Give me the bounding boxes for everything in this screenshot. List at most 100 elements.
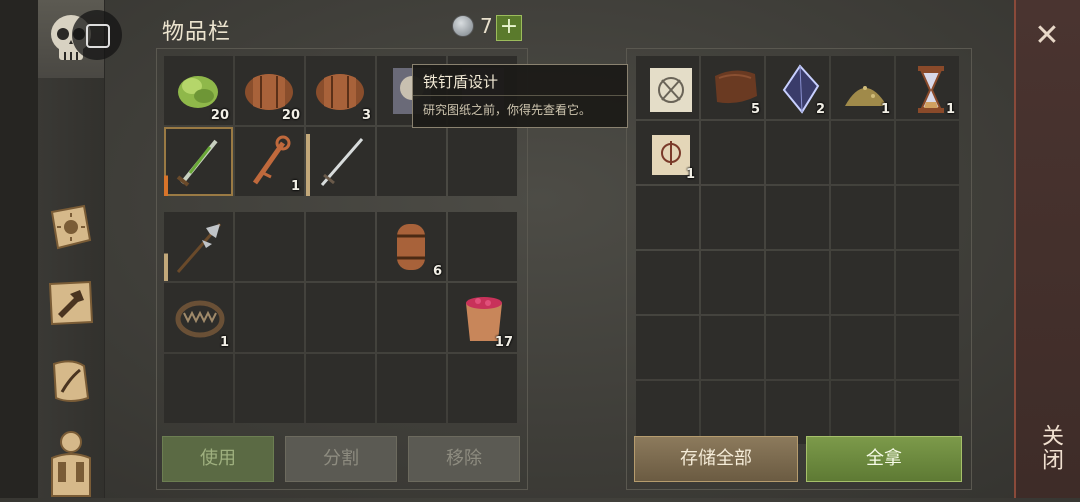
view-toggle-button[interactable] <box>72 10 122 60</box>
inventory-slot[interactable] <box>896 316 959 379</box>
inventory-slot[interactable] <box>377 354 446 423</box>
inventory-slot[interactable] <box>306 212 375 281</box>
item-count: 1 <box>685 167 695 182</box>
storage-grid: 5 2 1 1 1 <box>636 56 959 444</box>
inventory-slot[interactable] <box>701 186 764 249</box>
inventory-slot[interactable] <box>636 251 699 314</box>
inventory-slot[interactable] <box>831 186 894 249</box>
inventory-slot[interactable]: 1 <box>235 127 304 196</box>
inventory-slot[interactable] <box>306 127 375 196</box>
tooltip-title: 铁钉盾设计 <box>423 73 499 91</box>
inventory-slot[interactable] <box>766 186 829 249</box>
inventory-slot[interactable] <box>448 127 517 196</box>
inventory-slot[interactable] <box>701 381 764 444</box>
inventory-slot[interactable]: 1 <box>636 121 699 184</box>
crafting-button[interactable] <box>44 276 98 330</box>
inventory-slot[interactable] <box>164 354 233 423</box>
split-button[interactable]: 分割 <box>285 436 397 482</box>
inventory-slot[interactable]: 20 <box>164 56 233 125</box>
sun-book-button[interactable] <box>44 200 98 254</box>
inventory-slot[interactable]: 20 <box>235 56 304 125</box>
character-button[interactable] <box>44 428 98 498</box>
tooltip-divider <box>413 95 627 96</box>
inventory-slot[interactable]: 5 <box>701 56 764 119</box>
durability-bar <box>164 212 168 281</box>
inventory-slot[interactable] <box>448 354 517 423</box>
inventory-slot[interactable] <box>235 283 304 352</box>
inventory-slot[interactable] <box>636 56 699 119</box>
inventory-slot[interactable]: 2 <box>766 56 829 119</box>
character-icon <box>51 431 91 497</box>
window-icon <box>86 24 110 48</box>
inventory-slot[interactable] <box>896 381 959 444</box>
scroll-menu-button[interactable] <box>44 354 98 408</box>
inventory-slot[interactable] <box>831 251 894 314</box>
green-sword-icon <box>176 139 218 187</box>
steel-sword-icon <box>320 138 364 186</box>
barrel-icon <box>316 74 364 110</box>
close-label[interactable]: 关闭 <box>1034 424 1066 472</box>
inventory-slot[interactable] <box>164 212 233 281</box>
item-count: 20 <box>210 108 229 123</box>
inventory-slot[interactable] <box>306 283 375 352</box>
bear-trap-icon <box>175 300 225 338</box>
item-count: 6 <box>432 264 442 279</box>
inventory-slot[interactable] <box>636 381 699 444</box>
inventory-slot[interactable] <box>766 121 829 184</box>
inventory-slot[interactable]: 17 <box>448 283 517 352</box>
inventory-slot[interactable] <box>701 251 764 314</box>
item-count: 1 <box>880 102 890 117</box>
remove-button[interactable]: 移除 <box>408 436 520 482</box>
inventory-slot[interactable]: 1 <box>831 56 894 119</box>
use-button[interactable]: 使用 <box>162 436 274 482</box>
inventory-slot[interactable] <box>896 121 959 184</box>
inventory-slot[interactable] <box>831 381 894 444</box>
inventory-slot[interactable]: 6 <box>377 212 446 281</box>
durability-bar <box>306 127 310 196</box>
map-icon <box>650 68 692 112</box>
inventory-slot[interactable] <box>306 354 375 423</box>
inventory-slot[interactable] <box>896 251 959 314</box>
add-gems-button[interactable]: + <box>496 15 522 41</box>
item-count: 1 <box>290 179 300 194</box>
tooltip-body: 研究图纸之前，你得先查看它。 <box>423 103 592 117</box>
page-title: 物品栏 <box>162 20 232 45</box>
small-barrel-icon <box>397 224 425 270</box>
inventory-slot[interactable] <box>377 283 446 352</box>
item-count: 5 <box>750 102 760 117</box>
inventory-slot[interactable]: 1 <box>164 283 233 352</box>
inventory-slot[interactable] <box>636 186 699 249</box>
inventory-slot[interactable] <box>448 212 517 281</box>
inventory-slot[interactable] <box>896 186 959 249</box>
gem-counter: 7 <box>452 14 493 38</box>
gem-icon <box>452 15 474 37</box>
inventory-slot[interactable] <box>377 127 446 196</box>
copper-key-icon <box>252 135 291 185</box>
store-all-button[interactable]: 存储全部 <box>634 436 798 482</box>
item-count: 1 <box>219 335 229 350</box>
inventory-slot[interactable] <box>701 121 764 184</box>
item-count: 20 <box>281 108 300 123</box>
durability-bar <box>164 127 168 196</box>
item-count: 2 <box>815 102 825 117</box>
inventory-slot[interactable]: 1 <box>896 56 959 119</box>
inventory-slot[interactable] <box>766 316 829 379</box>
close-icon[interactable]: ✕ <box>1032 18 1062 53</box>
item-tooltip: 铁钉盾设计 研究图纸之前，你得先查看它。 <box>412 64 628 128</box>
inventory-slot[interactable] <box>235 212 304 281</box>
quill-scroll-icon <box>52 360 90 402</box>
inventory-slot[interactable]: 3 <box>306 56 375 125</box>
inventory-slot[interactable] <box>164 127 233 196</box>
item-count: 17 <box>494 335 513 350</box>
inventory-slot[interactable] <box>701 316 764 379</box>
backpack-grid: 6 1 17 <box>164 212 517 423</box>
gem-count-value: 7 <box>480 14 493 38</box>
inventory-slot[interactable] <box>235 354 304 423</box>
inventory-slot[interactable] <box>766 251 829 314</box>
inventory-slot[interactable] <box>831 316 894 379</box>
inventory-slot[interactable] <box>831 121 894 184</box>
take-all-button[interactable]: 全拿 <box>806 436 962 482</box>
inventory-slot[interactable] <box>766 381 829 444</box>
inventory-slot[interactable] <box>636 316 699 379</box>
item-count: 1 <box>945 102 955 117</box>
